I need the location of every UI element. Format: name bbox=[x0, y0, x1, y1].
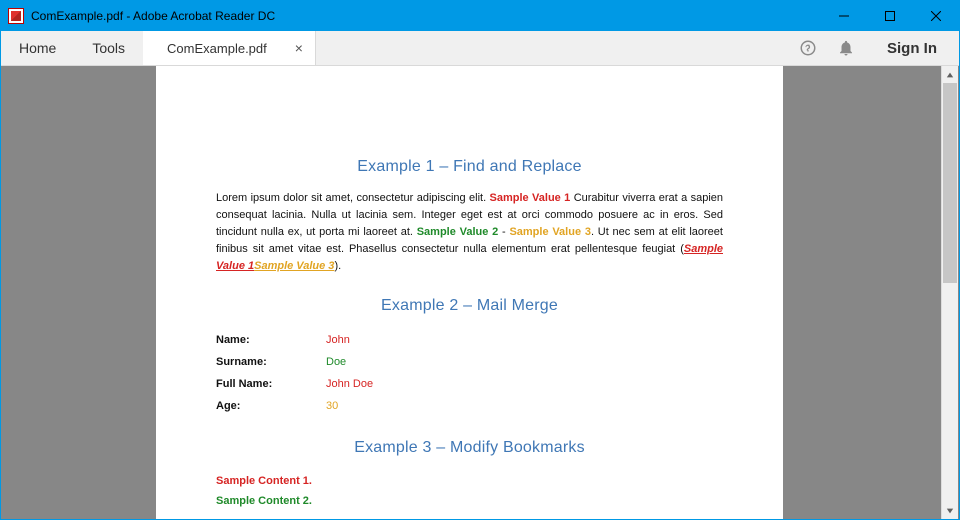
field-value: 30 bbox=[326, 400, 338, 412]
app-toolbar: Home Tools ComExample.pdf × Sign In bbox=[1, 31, 959, 66]
acrobat-app-icon bbox=[8, 8, 24, 24]
field-value: Doe bbox=[326, 356, 346, 368]
acrobat-window: ComExample.pdf - Adobe Acrobat Reader DC… bbox=[0, 0, 960, 520]
window-titlebar: ComExample.pdf - Adobe Acrobat Reader DC bbox=[1, 1, 959, 31]
heading-example-1: Example 1 – Find and Replace bbox=[216, 158, 723, 176]
maximize-button[interactable] bbox=[867, 1, 913, 31]
field-row: Age:30 bbox=[216, 395, 723, 417]
pdf-page: Example 1 – Find and Replace Lorem ipsum… bbox=[156, 66, 783, 519]
paragraph-1: Lorem ipsum dolor sit amet, consectetur … bbox=[216, 190, 723, 275]
sample-content-1: Sample Content 1. bbox=[216, 471, 723, 491]
notifications-icon[interactable] bbox=[827, 31, 865, 65]
document-workarea: Example 1 – Find and Replace Lorem ipsum… bbox=[1, 66, 959, 519]
sample-content-2: Sample Content 2. bbox=[216, 491, 723, 511]
document-tab[interactable]: ComExample.pdf × bbox=[143, 31, 316, 65]
sample-value-1: Sample Value 1 bbox=[490, 192, 571, 204]
right-gutter bbox=[783, 66, 938, 519]
tools-nav[interactable]: Tools bbox=[74, 31, 143, 65]
sample-value-3-link: Sample Value 3 bbox=[254, 260, 334, 272]
sign-in-button[interactable]: Sign In bbox=[865, 31, 959, 65]
document-tab-label: ComExample.pdf bbox=[167, 41, 267, 56]
tab-close-icon[interactable]: × bbox=[295, 41, 303, 55]
window-title: ComExample.pdf - Adobe Acrobat Reader DC bbox=[31, 9, 275, 23]
field-row: Name:John bbox=[216, 329, 723, 351]
scroll-thumb[interactable] bbox=[943, 83, 957, 283]
field-label: Age: bbox=[216, 400, 326, 412]
field-row: Full Name:John Doe bbox=[216, 373, 723, 395]
vertical-scrollbar[interactable] bbox=[941, 66, 958, 519]
sample-value-2: Sample Value 2 bbox=[417, 226, 499, 238]
field-value: John Doe bbox=[326, 378, 373, 390]
sample-value-3: Sample Value 3 bbox=[509, 226, 591, 238]
scroll-down-button[interactable] bbox=[942, 502, 958, 519]
mail-merge-fields: Name:JohnSurname:DoeFull Name:John DoeAg… bbox=[216, 329, 723, 417]
field-row: Surname:Doe bbox=[216, 351, 723, 373]
close-window-button[interactable] bbox=[913, 1, 959, 31]
heading-example-2: Example 2 – Mail Merge bbox=[216, 297, 723, 315]
heading-example-3: Example 3 – Modify Bookmarks bbox=[216, 439, 723, 457]
left-gutter bbox=[1, 66, 156, 519]
field-label: Name: bbox=[216, 334, 326, 346]
home-nav[interactable]: Home bbox=[1, 31, 74, 65]
field-label: Full Name: bbox=[216, 378, 326, 390]
scroll-up-button[interactable] bbox=[942, 66, 958, 83]
scroll-track[interactable] bbox=[942, 83, 958, 502]
help-icon[interactable] bbox=[789, 31, 827, 65]
field-label: Surname: bbox=[216, 356, 326, 368]
field-value: John bbox=[326, 334, 350, 346]
minimize-button[interactable] bbox=[821, 1, 867, 31]
